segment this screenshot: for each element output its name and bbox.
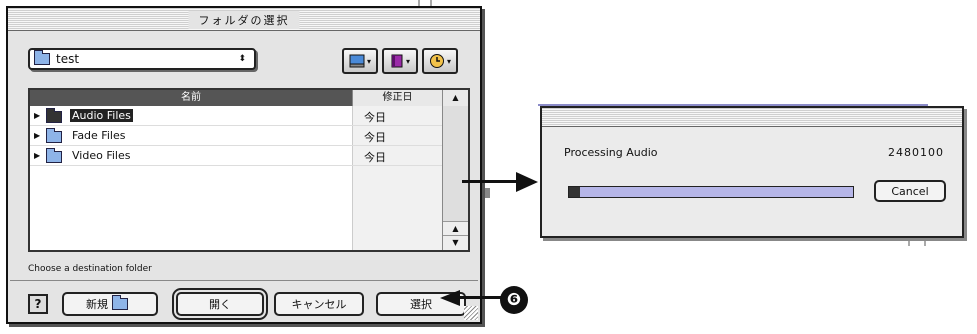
folder-icon xyxy=(46,108,62,123)
progress-bar-fill xyxy=(569,187,581,197)
list-item-name: Video Files xyxy=(72,149,131,162)
callout-arrow-line xyxy=(458,296,502,299)
divider xyxy=(10,280,478,281)
list-item-date: 今日 xyxy=(364,111,386,124)
folder-icon xyxy=(46,148,62,163)
scroll-up-arrow-icon[interactable]: ▲ xyxy=(443,221,468,236)
resize-grip-icon[interactable] xyxy=(464,306,478,320)
dialog-title-bar[interactable]: フォルダの選択 xyxy=(8,8,480,31)
vertical-scrollbar[interactable]: ▲ ▼ xyxy=(442,106,468,250)
disclosure-triangle-icon[interactable]: ▶ xyxy=(34,131,40,140)
new-folder-label: 新規 xyxy=(86,298,108,311)
disclosure-triangle-icon[interactable]: ▶ xyxy=(34,111,40,120)
background-line xyxy=(482,188,490,198)
arrow-to-progress-line xyxy=(462,180,518,183)
list-item-name: Fade Files xyxy=(72,129,126,142)
recent-button[interactable]: ▾ xyxy=(422,48,458,74)
scroll-down-arrow-icon[interactable]: ▼ xyxy=(443,235,468,250)
open-button[interactable]: 開く xyxy=(172,288,268,320)
help-button[interactable]: ? xyxy=(28,294,48,314)
book-icon xyxy=(391,54,403,68)
column-header-date[interactable]: 修正日 xyxy=(352,90,442,106)
folder-select-dialog: フォルダの選択 test ⬍ ▾ ▾ ▾ 名前 修正日 ▲ ▶ Audio Fi… xyxy=(6,6,482,324)
desktop-icon xyxy=(349,54,365,68)
list-item-date: 今日 xyxy=(364,151,386,164)
progress-bar xyxy=(568,186,854,198)
folder-icon xyxy=(34,50,50,65)
background-line xyxy=(908,238,910,246)
location-popup[interactable]: test ⬍ xyxy=(28,48,256,70)
progress-count: 2480100 xyxy=(888,146,944,159)
progress-cancel-button[interactable]: Cancel xyxy=(874,180,946,202)
progress-status: Processing Audio xyxy=(564,146,658,159)
dialog-hint: Choose a destination folder xyxy=(28,264,152,274)
cancel-button[interactable]: キャンセル xyxy=(274,292,364,316)
column-header-name[interactable]: 名前 xyxy=(30,90,352,106)
location-popup-value: test xyxy=(56,52,80,66)
file-list: 名前 修正日 ▲ ▶ Audio Files 今日 ▶ Fade Files 今… xyxy=(28,88,470,252)
dialog-title: フォルダの選択 xyxy=(188,11,300,29)
processing-audio-window: Processing Audio 2480100 Cancel xyxy=(540,106,964,238)
folder-icon xyxy=(46,128,62,143)
popup-arrows-icon: ⬍ xyxy=(238,53,246,64)
disclosure-triangle-icon[interactable]: ▶ xyxy=(34,151,40,160)
background-line xyxy=(924,238,926,246)
desktop-button[interactable]: ▾ xyxy=(342,48,378,74)
callout-arrow-head-icon xyxy=(440,290,460,306)
list-item[interactable]: ▶ Fade Files 今日 xyxy=(30,126,442,146)
list-item-date: 今日 xyxy=(364,131,386,144)
shortcuts-button[interactable]: ▾ xyxy=(382,48,418,74)
sort-direction-icon[interactable]: ▲ xyxy=(442,90,468,106)
list-item[interactable]: ▶ Video Files 今日 xyxy=(30,146,442,166)
arrow-head-icon xyxy=(516,172,538,192)
new-folder-icon xyxy=(112,295,128,310)
recent-icon xyxy=(429,54,444,68)
list-item[interactable]: ▶ Audio Files 今日 xyxy=(30,106,442,126)
progress-title-bar[interactable] xyxy=(542,108,962,127)
callout-number-6: ❻ xyxy=(500,286,528,314)
list-item-name: Audio Files xyxy=(70,109,133,122)
new-folder-button[interactable]: 新規 xyxy=(62,292,158,316)
